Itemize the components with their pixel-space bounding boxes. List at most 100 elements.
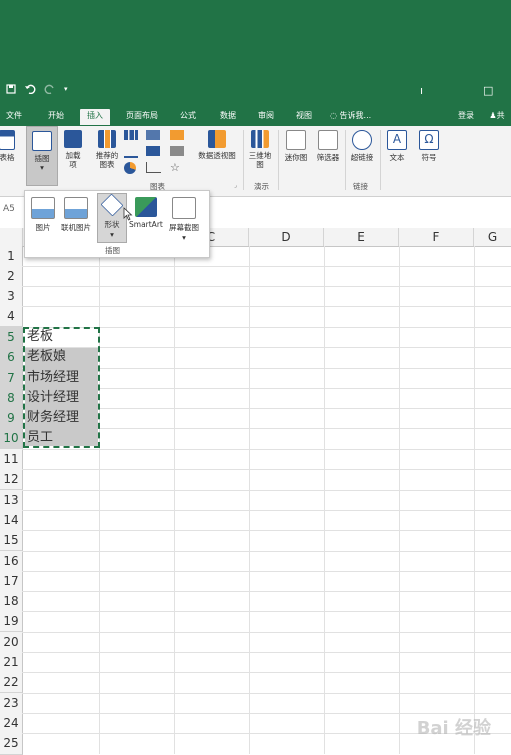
addins-button[interactable]: 加载 项	[62, 130, 84, 169]
tab-file[interactable]: 文件	[2, 109, 26, 125]
symbols-button[interactable]: Ω 符号	[416, 130, 442, 162]
row-header[interactable]: 14	[0, 510, 23, 531]
online-pictures-button[interactable]: 联机图片	[61, 197, 91, 233]
area-chart-icon[interactable]	[170, 130, 184, 140]
camera-icon	[172, 197, 196, 219]
hyperlink-button[interactable]: 超链接	[348, 130, 376, 162]
restore-icon[interactable]: ı	[420, 84, 423, 97]
customize-qat-icon[interactable]: ▾	[64, 84, 68, 97]
illustrations-label: 插图	[34, 154, 50, 163]
recommended-charts-button[interactable]: 推荐的 图表	[92, 130, 122, 169]
row-header[interactable]: 20	[0, 632, 23, 653]
row-header[interactable]: 22	[0, 672, 23, 693]
table-button[interactable]: 表格	[0, 130, 18, 162]
globe-link-icon	[352, 130, 372, 150]
gridline	[22, 611, 511, 612]
undo-icon[interactable]	[24, 84, 36, 97]
column-header-e[interactable]: E	[324, 228, 399, 246]
3d-map-label: 三维地 图	[248, 151, 272, 169]
row-header[interactable]: 15	[0, 530, 23, 551]
illustrations-dropdown: 图片 联机图片 形状 ▾ SmartArt 屏幕截图 ▾ 插图	[24, 190, 210, 258]
row-header[interactable]: 2	[0, 266, 23, 287]
3d-map-button[interactable]: 三维地 图	[247, 130, 273, 169]
share-button[interactable]: ♟共	[484, 109, 510, 125]
row-header[interactable]: 6	[0, 347, 23, 368]
row-header[interactable]: 1	[0, 246, 23, 267]
row-header[interactable]: 5	[0, 327, 23, 348]
row-header[interactable]: 16	[0, 551, 23, 572]
ribbon: 表格 插图 ▾ 加载 项 推荐的 图表 ☆ 数据透视图 图表 ⌟ 三维地 图 演…	[0, 126, 511, 197]
filter-button[interactable]: 筛选器	[313, 130, 343, 162]
tab-view[interactable]: 视图	[292, 109, 316, 125]
smartart-button[interactable]: SmartArt	[129, 197, 163, 229]
chevron-down-icon: ▾	[40, 163, 44, 172]
table-icon	[0, 130, 15, 150]
tab-insert[interactable]: 插入	[80, 109, 110, 125]
gridline	[474, 246, 475, 754]
gridline	[22, 571, 511, 572]
text-button[interactable]: A 文本	[384, 130, 410, 162]
charts-gallery[interactable]: ☆	[122, 130, 192, 178]
tell-me-box[interactable]: ◌ 告诉我...	[330, 109, 390, 125]
radar-chart-icon[interactable]: ☆	[170, 162, 182, 174]
sign-in-link[interactable]: 登录	[454, 109, 478, 125]
pictures-button[interactable]: 图片	[31, 197, 55, 233]
chevron-down-icon: ▾	[182, 233, 186, 242]
row-header[interactable]: 19	[0, 611, 23, 632]
tab-formulas[interactable]: 公式	[176, 109, 200, 125]
row-header[interactable]: 10	[0, 428, 23, 449]
tab-review[interactable]: 审阅	[254, 109, 278, 125]
smartart-label: SmartArt	[129, 220, 163, 229]
screenshot-button[interactable]: 屏幕截图 ▾	[169, 197, 199, 242]
stat-chart-icon[interactable]	[146, 146, 160, 156]
select-all-corner[interactable]	[0, 228, 23, 246]
column-header-g[interactable]: G	[474, 228, 511, 246]
dialog-launcher-icon[interactable]: ⌟	[234, 182, 237, 189]
gridline	[22, 530, 511, 531]
tab-home[interactable]: 开始	[44, 109, 68, 125]
tab-data[interactable]: 数据	[216, 109, 240, 125]
row-header[interactable]: 11	[0, 449, 23, 470]
gridline	[249, 246, 250, 754]
gridline	[22, 306, 511, 307]
combo-chart-icon[interactable]	[170, 146, 184, 156]
tab-page-layout[interactable]: 页面布局	[122, 109, 162, 125]
column-header-d[interactable]: D	[249, 228, 324, 246]
row-header[interactable]: 21	[0, 652, 23, 673]
illustrations-button[interactable]: 插图 ▾	[26, 126, 58, 186]
pie-chart-icon[interactable]	[124, 162, 136, 174]
row-header[interactable]: 4	[0, 306, 23, 327]
table-label: 表格	[0, 153, 15, 162]
gridline	[22, 652, 511, 653]
row-header[interactable]: 8	[0, 388, 23, 409]
save-icon[interactable]	[6, 84, 16, 97]
row-header[interactable]: 3	[0, 286, 23, 307]
sparklines-button[interactable]: 迷你图	[282, 130, 310, 162]
line-chart-icon[interactable]	[124, 146, 138, 158]
separator	[345, 130, 346, 190]
share-label: 共	[496, 111, 505, 120]
row-header[interactable]: 18	[0, 591, 23, 612]
redo-icon[interactable]	[44, 84, 56, 97]
row-header[interactable]: 13	[0, 490, 23, 511]
column-header-f[interactable]: F	[399, 228, 474, 246]
maximize-icon[interactable]: □	[483, 84, 493, 97]
scatter-chart-icon[interactable]	[146, 162, 161, 173]
row-header[interactable]: 24	[0, 713, 23, 734]
separator	[278, 130, 279, 190]
row-header[interactable]: 12	[0, 469, 23, 490]
picture-icon	[31, 197, 55, 219]
row-header[interactable]: 17	[0, 571, 23, 592]
row-header[interactable]: 9	[0, 408, 23, 429]
hyperlink-label: 超链接	[350, 153, 374, 162]
pivot-chart-button[interactable]: 数据透视图	[196, 130, 238, 160]
3d-map-icon	[251, 130, 269, 148]
bar-chart-icon[interactable]	[146, 130, 160, 140]
copy-marquee	[23, 327, 100, 448]
gridline	[22, 672, 511, 673]
row-header[interactable]: 23	[0, 693, 23, 714]
column-chart-icon[interactable]	[124, 130, 138, 140]
row-header[interactable]: 25	[0, 733, 23, 755]
row-header[interactable]: 7	[0, 368, 23, 389]
gridline	[22, 693, 511, 694]
